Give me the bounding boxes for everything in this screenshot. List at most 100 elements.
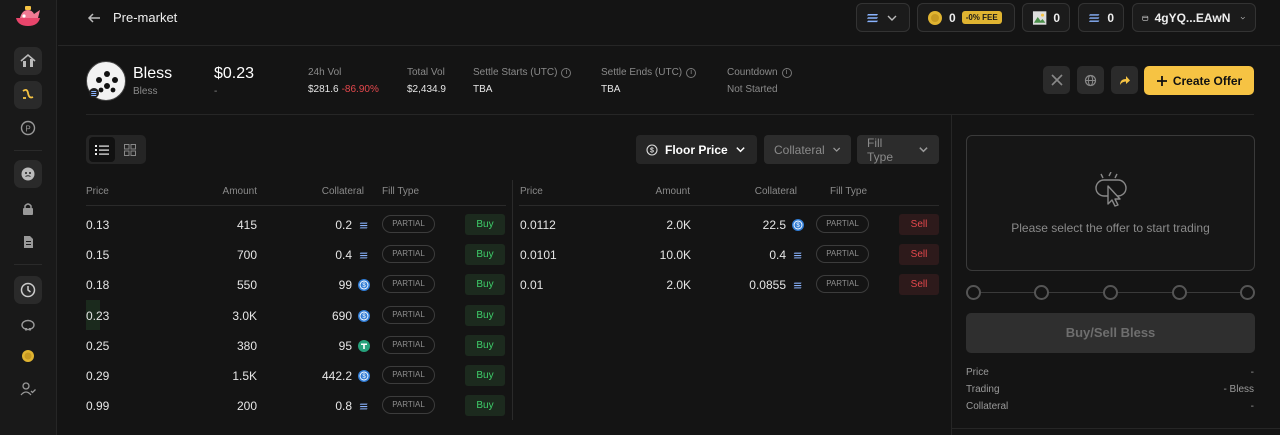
sidebar-item-docs[interactable]	[14, 228, 42, 256]
sidebar-item-premarket[interactable]	[14, 81, 42, 109]
trade-empty-message: Please select the offer to start trading	[1011, 221, 1210, 235]
stat-value-countdown: Not Started	[727, 84, 778, 95]
dashboard-icon	[20, 53, 36, 67]
info-icon[interactable]: i	[781, 67, 792, 78]
stat-label-total-vol: Total Vol	[407, 67, 445, 78]
order-collateral-value: 442.2	[321, 369, 352, 383]
create-offer-button[interactable]: Create Offer	[1144, 66, 1254, 95]
order-collateral: 690 $	[332, 309, 370, 323]
usdc-icon: $	[792, 219, 804, 231]
sell-order-row[interactable]: 0.0112 2.0K 22.5 $ PARTIAL Sell	[520, 209, 940, 239]
x-share-button[interactable]	[1043, 66, 1070, 94]
svg-text:P: P	[25, 125, 30, 134]
order-amount: 700	[236, 248, 257, 263]
sidebar-item-points[interactable]: P	[14, 114, 42, 142]
points-count: 0	[949, 10, 956, 25]
buy-button[interactable]: Buy	[465, 365, 505, 386]
buy-order-row[interactable]: 0.18 550 99 $ PARTIAL Buy	[86, 269, 506, 299]
share-arrow-icon	[1120, 75, 1130, 85]
buy-order-row[interactable]: 0.13 415 0.2 PARTIAL Buy	[86, 209, 506, 239]
buy-header-price: Price	[86, 186, 109, 197]
solana-icon	[792, 249, 804, 261]
sidebar-item-user-verify[interactable]	[14, 375, 42, 403]
buy-order-row[interactable]: 0.99 200 0.8 PARTIAL Buy	[86, 390, 506, 420]
order-amount: 1.5K	[232, 369, 257, 383]
info-icon[interactable]: i	[561, 67, 572, 78]
back-arrow-icon[interactable]	[86, 10, 102, 26]
solana-icon	[358, 219, 370, 231]
sell-button[interactable]: Sell	[899, 244, 939, 266]
slider-step-0[interactable]	[966, 285, 981, 300]
wallet-button[interactable]: 4gYQ...EAwN	[1132, 3, 1256, 32]
share-button[interactable]	[1111, 66, 1138, 94]
buy-sell-button[interactable]: Buy/Sell Bless	[966, 313, 1255, 353]
fill-type-badge: PARTIAL	[816, 215, 869, 233]
buy-header-fill-type: Fill Type	[382, 186, 420, 197]
order-collateral: 0.4	[769, 248, 804, 262]
network-selector[interactable]	[856, 3, 910, 32]
website-button[interactable]	[1077, 66, 1104, 94]
slider-step-50[interactable]	[1103, 285, 1118, 300]
sidebar-item-profile[interactable]	[14, 160, 42, 188]
sidebar-item-lock[interactable]	[14, 195, 42, 223]
trade-offer-box: Please select the offer to start trading	[966, 135, 1255, 271]
plus-icon	[1156, 75, 1167, 86]
buy-button[interactable]: Buy	[465, 304, 505, 326]
buy-order-row[interactable]: 0.25 380 95 PARTIAL Buy	[86, 330, 506, 360]
svg-text:$: $	[650, 147, 654, 154]
slider-step-100[interactable]	[1240, 285, 1255, 300]
sell-order-row[interactable]: 0.0101 10.0K 0.4 PARTIAL Sell	[520, 239, 940, 269]
order-amount: 550	[236, 278, 257, 293]
sidebar-item-coin[interactable]	[14, 342, 42, 370]
images-button[interactable]: 0	[1022, 3, 1070, 32]
face-icon	[21, 167, 35, 181]
slider-step-25[interactable]	[1034, 285, 1049, 300]
list-view-button[interactable]	[89, 137, 115, 162]
sidebar-separator	[14, 264, 42, 265]
sidebar-item-savings[interactable]	[14, 310, 42, 338]
order-amount: 2.0K	[666, 218, 691, 232]
order-collateral: 99 $	[339, 278, 370, 292]
info-icon[interactable]: i	[686, 67, 697, 78]
sidebar: P	[0, 0, 57, 435]
buy-order-row[interactable]: 0.29 1.5K 442.2 $ PARTIAL Buy	[86, 360, 506, 390]
stat-label-settle-ends: Settle Ends (UTC) i	[601, 67, 697, 78]
app-logo[interactable]	[12, 4, 44, 28]
buy-button[interactable]: Buy	[465, 334, 505, 356]
sidebar-item-dial[interactable]	[14, 276, 42, 304]
fill-type-filter[interactable]: Fill Type	[857, 135, 939, 164]
chevron-down-icon	[736, 147, 745, 153]
points-fee-button[interactable]: 0 -0% FEE	[917, 3, 1015, 32]
stat-value-settle-ends: TBA	[601, 84, 621, 95]
points-icon: P	[20, 120, 36, 136]
fee-badge: -0% FEE	[961, 11, 1002, 24]
grid-view-button[interactable]	[117, 137, 143, 162]
header-divider	[86, 114, 1254, 115]
token-balance-button[interactable]: 0	[1078, 3, 1124, 32]
sell-order-row[interactable]: 0.01 2.0K 0.0855 PARTIAL Sell	[520, 269, 940, 299]
slider-step-75[interactable]	[1172, 285, 1187, 300]
token-symbol: Bless	[133, 86, 158, 97]
summary-label-collateral: Collateral	[966, 401, 1009, 412]
summary-label-trading: Trading	[966, 384, 1000, 395]
buy-button[interactable]: Buy	[465, 274, 505, 296]
sell-button[interactable]: Sell	[899, 214, 939, 235]
stat-label-countdown: Countdown i	[727, 67, 792, 78]
buy-order-row[interactable]: 0.23 3.0K 690 $ PARTIAL Buy	[86, 299, 506, 330]
order-price: 0.25	[86, 338, 110, 353]
order-price: 0.99	[86, 399, 110, 414]
floor-price-sort[interactable]: $ Floor Price	[636, 135, 757, 164]
orderbook-divider	[512, 180, 513, 420]
usdt-icon	[358, 339, 370, 352]
buy-button[interactable]: Buy	[465, 244, 505, 266]
order-amount: 10.0K	[659, 248, 691, 263]
collateral-filter[interactable]: Collateral	[764, 135, 851, 164]
solana-icon	[867, 13, 878, 22]
buy-button[interactable]: Buy	[465, 395, 505, 417]
buy-button[interactable]: Buy	[465, 214, 505, 235]
sidebar-item-dashboard[interactable]	[14, 47, 42, 75]
sell-button[interactable]: Sell	[899, 274, 939, 296]
user-check-icon	[20, 382, 36, 396]
order-price: 0.29	[86, 369, 110, 383]
buy-order-row[interactable]: 0.15 700 0.4 PARTIAL Buy	[86, 239, 506, 269]
